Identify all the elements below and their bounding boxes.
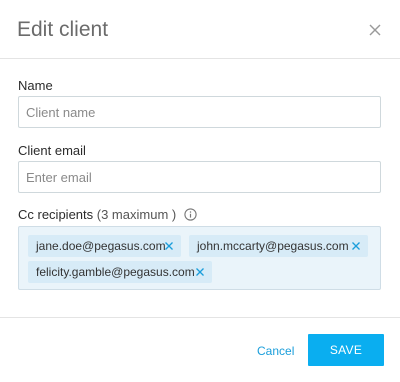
client-name-input[interactable] — [18, 96, 381, 128]
cc-recipients-label-row: Cc recipients (3 maximum ) — [18, 207, 197, 225]
dialog-header: Edit client — [0, 0, 400, 59]
client-email-label: Client email — [18, 143, 86, 158]
close-icon[interactable] — [164, 241, 174, 251]
close-icon[interactable] — [195, 267, 205, 277]
cc-maximum-note: (3 maximum ) — [96, 207, 177, 222]
recipient-chip: jane.doe@pegasus.com — [28, 235, 181, 257]
recipient-chip: john.mccarty@pegasus.com — [189, 235, 368, 257]
name-label: Name — [18, 78, 53, 93]
recipient-email: felicity.gamble@pegasus.com — [36, 265, 195, 279]
edit-client-dialog: Edit client Name Client email Cc recipie… — [0, 0, 400, 382]
cc-recipients-label: Cc recipients — [18, 207, 94, 222]
cancel-button[interactable]: Cancel — [257, 344, 294, 358]
cc-recipients-field[interactable]: jane.doe@pegasus.com john.mccarty@pegasu… — [18, 226, 381, 290]
save-button[interactable]: SAVE — [308, 334, 384, 366]
recipient-chip: felicity.gamble@pegasus.com — [28, 261, 212, 283]
recipient-email: john.mccarty@pegasus.com — [197, 239, 349, 253]
info-icon[interactable] — [184, 208, 197, 225]
client-email-input[interactable] — [18, 161, 381, 193]
close-icon[interactable] — [366, 21, 384, 39]
recipient-email: jane.doe@pegasus.com — [36, 239, 166, 253]
dialog-title: Edit client — [17, 18, 109, 41]
close-icon[interactable] — [351, 241, 361, 251]
